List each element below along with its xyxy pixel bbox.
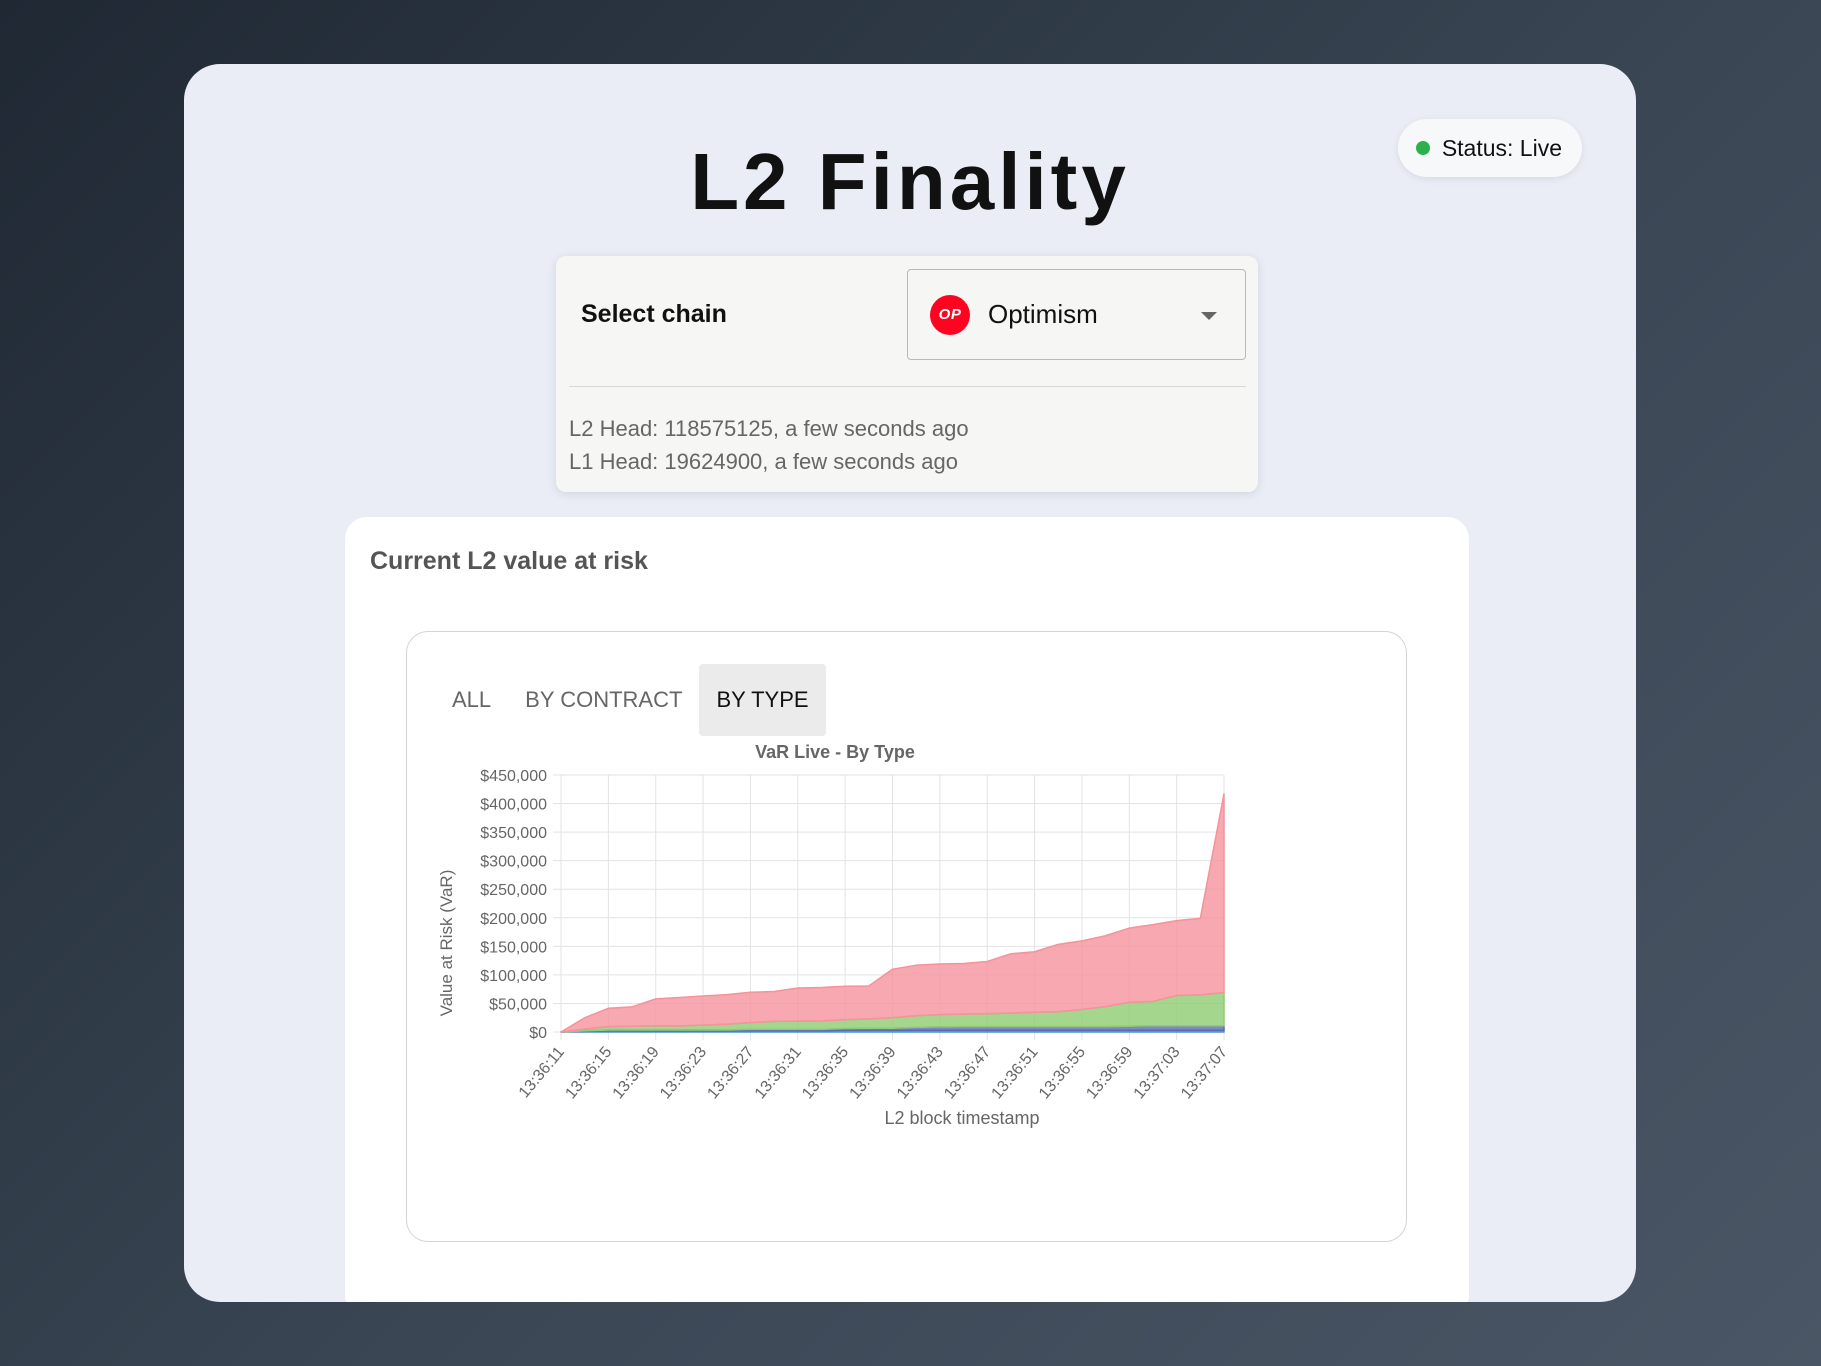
- y-axis-ticks: $0 $50,000 $100,000 $150,000 $200,000 $250,00…: [480, 768, 547, 1042]
- x-tick-label: 13:36:27: [704, 1044, 757, 1103]
- y-axis-label: Value at Risk (VaR): [437, 870, 456, 1017]
- y-tick-label: $400,000: [480, 797, 547, 814]
- l1-head-info: L1 Head: 19624900, a few seconds ago: [569, 449, 958, 474]
- app-window: Status: Live L2 Finality Select chain OP…: [184, 64, 1636, 1302]
- chart-title: VaR Live - By Type: [755, 742, 915, 762]
- x-tick-label: 13:36:51: [989, 1044, 1042, 1103]
- x-axis-ticks: 13:36:1113:36:1513:36:1913:36:2313:36:27…: [516, 1044, 1231, 1103]
- x-tick-label: 13:37:03: [1131, 1044, 1184, 1103]
- y-tick-label: $450,000: [480, 768, 547, 785]
- x-tick-label: 13:36:15: [562, 1044, 615, 1103]
- x-tick-label: 13:36:31: [752, 1044, 805, 1103]
- chain-selector-card: Select chain OP Optimism L2 Head: 118575…: [556, 256, 1258, 492]
- x-tick-label: 13:36:39: [847, 1044, 900, 1103]
- x-tick-label: 13:36:19: [610, 1044, 663, 1103]
- x-tick-label: 13:36:59: [1083, 1044, 1136, 1103]
- y-tick-label: $200,000: [480, 911, 547, 928]
- x-tick-label: 13:36:47: [941, 1044, 994, 1103]
- x-tick-label: 13:36:55: [1036, 1044, 1089, 1103]
- value-at-risk-card: Current L2 value at risk ALL BY CONTRACT…: [345, 517, 1469, 1302]
- l2-head-info: L2 Head: 118575125, a few seconds ago: [569, 416, 969, 441]
- y-tick-label: $350,000: [480, 825, 547, 842]
- x-tick-label: 13:36:43: [894, 1044, 947, 1103]
- select-chain-label: Select chain: [581, 300, 727, 328]
- x-axis-label: L2 block timestamp: [884, 1108, 1039, 1128]
- y-tick-label: $100,000: [480, 968, 547, 985]
- selected-chain: Optimism: [988, 299, 1098, 329]
- y-tick-label: $0: [529, 1025, 547, 1042]
- x-tick-label: 13:37:07: [1178, 1044, 1231, 1103]
- x-tick-label: 13:36:23: [657, 1044, 710, 1103]
- page-title: L2 Finality: [690, 137, 1130, 226]
- y-tick-label: $250,000: [480, 882, 547, 899]
- var-chart: VaR Live - By Type $0 $50,000 $100,000 $150…: [437, 742, 1231, 1128]
- section-title: Current L2 value at risk: [370, 547, 648, 575]
- optimism-logo-icon: OP: [930, 294, 970, 335]
- y-tick-label: $150,000: [480, 939, 547, 956]
- divider: [569, 386, 1246, 387]
- y-tick-label: $50,000: [489, 996, 547, 1013]
- chain-dropdown[interactable]: OP Optimism: [907, 269, 1246, 360]
- x-tick-label: 13:36:11: [516, 1044, 568, 1102]
- x-tick-label: 13:36:35: [799, 1044, 852, 1103]
- chart-panel: ALL BY CONTRACT BY TYPE VaR Live - By Ty…: [406, 631, 1407, 1242]
- y-tick-label: $300,000: [480, 854, 547, 871]
- chevron-down-icon: [1201, 312, 1217, 320]
